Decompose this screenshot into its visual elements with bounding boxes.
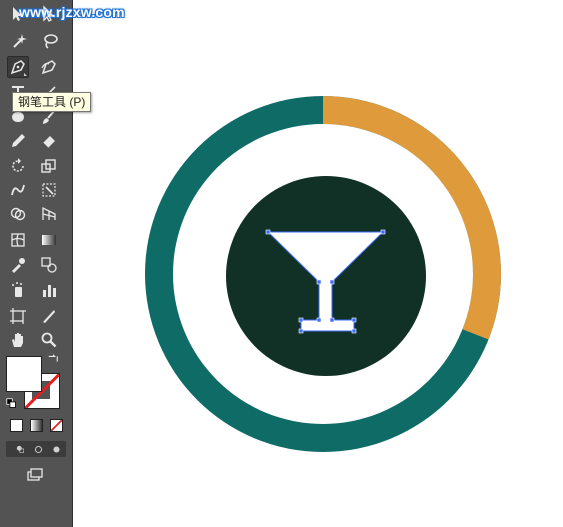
rotate-tool-icon[interactable] bbox=[7, 155, 29, 177]
anchor-point[interactable] bbox=[329, 317, 335, 323]
anchor-point[interactable] bbox=[380, 229, 386, 235]
perspective-grid-tool-icon[interactable] bbox=[38, 203, 60, 225]
eyedropper-tool-icon[interactable] bbox=[7, 254, 29, 276]
anchor-point[interactable] bbox=[316, 279, 322, 285]
artboard-tool-icon[interactable] bbox=[7, 305, 29, 327]
pencil-tool-icon[interactable] bbox=[7, 130, 29, 152]
gradient-tool-icon[interactable] bbox=[38, 229, 60, 251]
symbol-sprayer-tool-icon[interactable] bbox=[7, 279, 29, 301]
pen-tool-icon[interactable] bbox=[7, 56, 29, 78]
gradient-mode-button[interactable] bbox=[30, 419, 43, 432]
selection-tool-icon[interactable] bbox=[7, 3, 29, 25]
slice-tool-icon[interactable] bbox=[38, 305, 60, 327]
warp-tool-icon[interactable] bbox=[7, 179, 29, 201]
screen-mode-icon[interactable] bbox=[24, 464, 46, 486]
anchor-point[interactable] bbox=[265, 229, 271, 235]
shape-builder-tool-icon[interactable] bbox=[7, 203, 29, 225]
anchor-point[interactable] bbox=[316, 317, 322, 323]
eraser-tool-icon[interactable] bbox=[38, 130, 60, 152]
magic-wand-tool-icon[interactable] bbox=[8, 30, 30, 52]
draw-inside-icon[interactable] bbox=[45, 438, 67, 460]
free-transform-tool-icon[interactable] bbox=[38, 179, 60, 201]
default-fill-stroke-icon[interactable] bbox=[4, 396, 18, 410]
tools-panel: www.rjzxw.com bbox=[0, 0, 125, 527]
curvature-tool-icon[interactable] bbox=[38, 56, 60, 78]
scale-tool-icon[interactable] bbox=[38, 155, 60, 177]
column-graph-tool-icon[interactable] bbox=[38, 279, 60, 301]
anchor-point[interactable] bbox=[351, 317, 357, 323]
draw-mode-group bbox=[6, 441, 66, 457]
anchor-point[interactable] bbox=[298, 317, 304, 323]
anchor-point[interactable] bbox=[298, 328, 304, 334]
color-mode-button[interactable] bbox=[10, 419, 23, 432]
zoom-tool-icon[interactable] bbox=[38, 329, 60, 351]
swap-fill-stroke-icon[interactable] bbox=[46, 352, 60, 366]
hand-tool-icon[interactable] bbox=[7, 329, 29, 351]
none-mode-button[interactable] bbox=[50, 419, 63, 432]
blend-tool-icon[interactable] bbox=[38, 254, 60, 276]
lasso-tool-icon[interactable] bbox=[39, 30, 61, 52]
mesh-tool-icon[interactable] bbox=[7, 229, 29, 251]
direct-selection-tool-icon[interactable] bbox=[38, 3, 60, 25]
artboard-canvas[interactable] bbox=[73, 0, 563, 527]
fill-color-swatch[interactable] bbox=[6, 356, 42, 392]
anchor-point[interactable] bbox=[329, 279, 335, 285]
anchor-point[interactable] bbox=[351, 328, 357, 334]
